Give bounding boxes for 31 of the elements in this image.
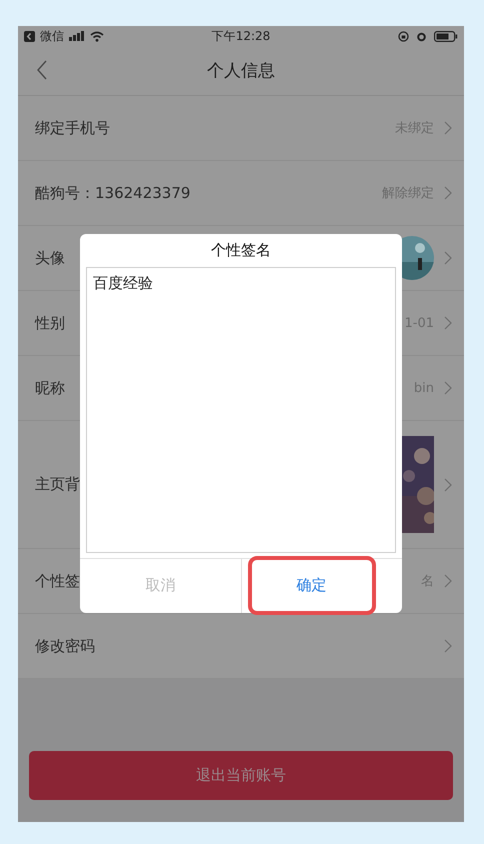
chevron-icon [444, 639, 452, 653]
wifi-icon [90, 30, 104, 42]
signature-field[interactable]: 百度经验 [86, 267, 396, 553]
battery-icon [434, 30, 458, 42]
signal-icon [69, 31, 85, 41]
confirm-button[interactable]: 确定 [248, 556, 376, 615]
chevron-icon [444, 574, 452, 588]
back-icon[interactable] [36, 60, 48, 80]
row-label: 主页背 [35, 475, 80, 494]
row-label: 昵称 [35, 378, 65, 398]
row-label: 个性签 [35, 572, 80, 590]
row-label: 修改密码 [35, 636, 95, 656]
logout-button[interactable]: 退出当前账号 [29, 751, 453, 800]
row-label: 绑定手机号 [35, 118, 110, 138]
chevron-icon [444, 478, 452, 492]
page-title: 个人信息 [207, 60, 275, 82]
chevron-icon [444, 381, 452, 395]
status-time: 下午12:28 [212, 28, 270, 44]
settings-row[interactable]: 修改密码 [18, 614, 464, 679]
chevron-icon [444, 316, 452, 330]
row-label: 头像 [35, 248, 65, 268]
dialog-title: 个性签名 [211, 240, 271, 261]
chevron-icon [444, 186, 452, 200]
row-label: 酷狗号：1362423379 [35, 184, 190, 202]
back-icon [24, 30, 35, 42]
row-label: 性别 [35, 314, 65, 332]
alarm-icon [416, 30, 427, 42]
back-app-label[interactable]: 微信 [40, 28, 64, 44]
rotation-lock-icon [398, 30, 409, 42]
chevron-icon [444, 121, 452, 135]
chevron-icon [444, 251, 452, 265]
